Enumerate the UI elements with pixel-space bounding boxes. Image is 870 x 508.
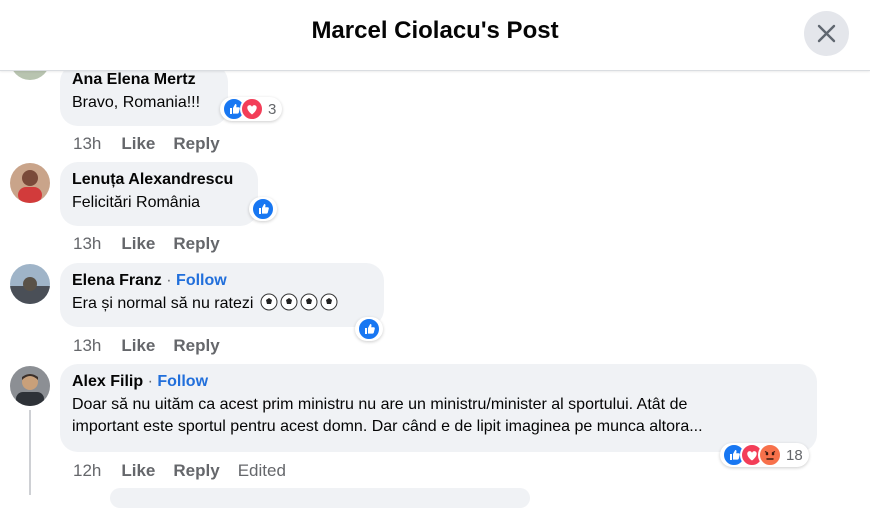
reaction-summary[interactable] [249,197,277,221]
comment-text: Doar să nu uităm ca acest prim ministru … [72,396,688,413]
close-button[interactable] [804,11,849,56]
reaction-count: 18 [786,446,803,464]
like-link[interactable]: Like [121,134,155,153]
comment-bubble: Lenuța Alexandrescu Felicitări România [60,162,258,226]
soccer-ball-icon [260,293,278,311]
comment-actions: 13h Like Reply [73,336,238,356]
separator-dot: · [166,272,172,289]
soccer-ball-icon [320,293,338,311]
avatar[interactable] [10,163,50,203]
reply-link[interactable]: Reply [173,336,219,355]
comment-bubble: Ana Elena Mertz Bravo, Romania!!! [60,64,228,126]
close-icon [817,24,836,43]
reply-link[interactable]: Reply [173,461,219,480]
reaction-count: 3 [268,100,277,118]
like-reaction-icon [357,317,381,341]
comment-text: Era și normal să nu ratezi [72,295,254,312]
comment-bubble-partial [110,488,530,508]
comment-author-line: Elena Franz · Follow [72,271,372,291]
comment-text: Bravo, Romania!!! [72,94,201,111]
avatar[interactable] [10,264,50,304]
reply-link[interactable]: Reply [173,234,219,253]
edited-label: Edited [237,461,286,480]
comment-text: Felicitări România [72,194,201,211]
comment-timestamp[interactable]: 12h [73,461,101,480]
dialog-header: Marcel Ciolacu's Post [0,0,870,71]
comment-actions: 13h Like Reply [73,234,238,254]
comment-text-continued[interactable]: important este sportul pentru acest domn… [72,416,805,438]
comment-author[interactable]: Ana Elena Mertz [72,70,216,90]
comment-author[interactable]: Elena Franz [72,272,162,289]
like-link[interactable]: Like [121,234,155,253]
comment-actions: 12h Like Reply Edited [73,461,286,481]
like-link[interactable]: Like [121,461,155,480]
soccer-ball-icon [300,293,318,311]
comment-author[interactable]: Lenuța Alexandrescu [72,170,246,190]
like-reaction-icon [251,197,275,221]
comment-actions: 13h Like Reply [73,134,238,154]
comment-bubble: Alex Filip · Follow Doar să nu uităm ca … [60,364,817,452]
reply-thread-line [29,410,31,495]
comment-author[interactable]: Alex Filip [72,373,143,390]
like-link[interactable]: Like [121,336,155,355]
reaction-summary[interactable]: 18 [720,443,809,467]
follow-link[interactable]: Follow [176,272,227,289]
soccer-ball-icon [280,293,298,311]
love-reaction-icon [240,97,264,121]
separator-dot: · [147,373,153,390]
comment-timestamp[interactable]: 13h [73,134,101,153]
reaction-summary[interactable]: 3 [220,97,283,121]
dialog-title: Marcel Ciolacu's Post [311,17,559,44]
comment-bubble: Elena Franz · Follow Era și normal să nu… [60,263,384,327]
comment-author-line: Alex Filip · Follow [72,372,805,392]
angry-reaction-icon [758,443,782,467]
reaction-summary[interactable] [355,317,383,341]
comment-text-line: Era și normal să nu ratezi [72,293,372,315]
comment-timestamp[interactable]: 13h [73,336,101,355]
avatar[interactable] [10,366,50,406]
follow-link[interactable]: Follow [157,373,208,390]
reply-link[interactable]: Reply [173,134,219,153]
comment-timestamp[interactable]: 13h [73,234,101,253]
